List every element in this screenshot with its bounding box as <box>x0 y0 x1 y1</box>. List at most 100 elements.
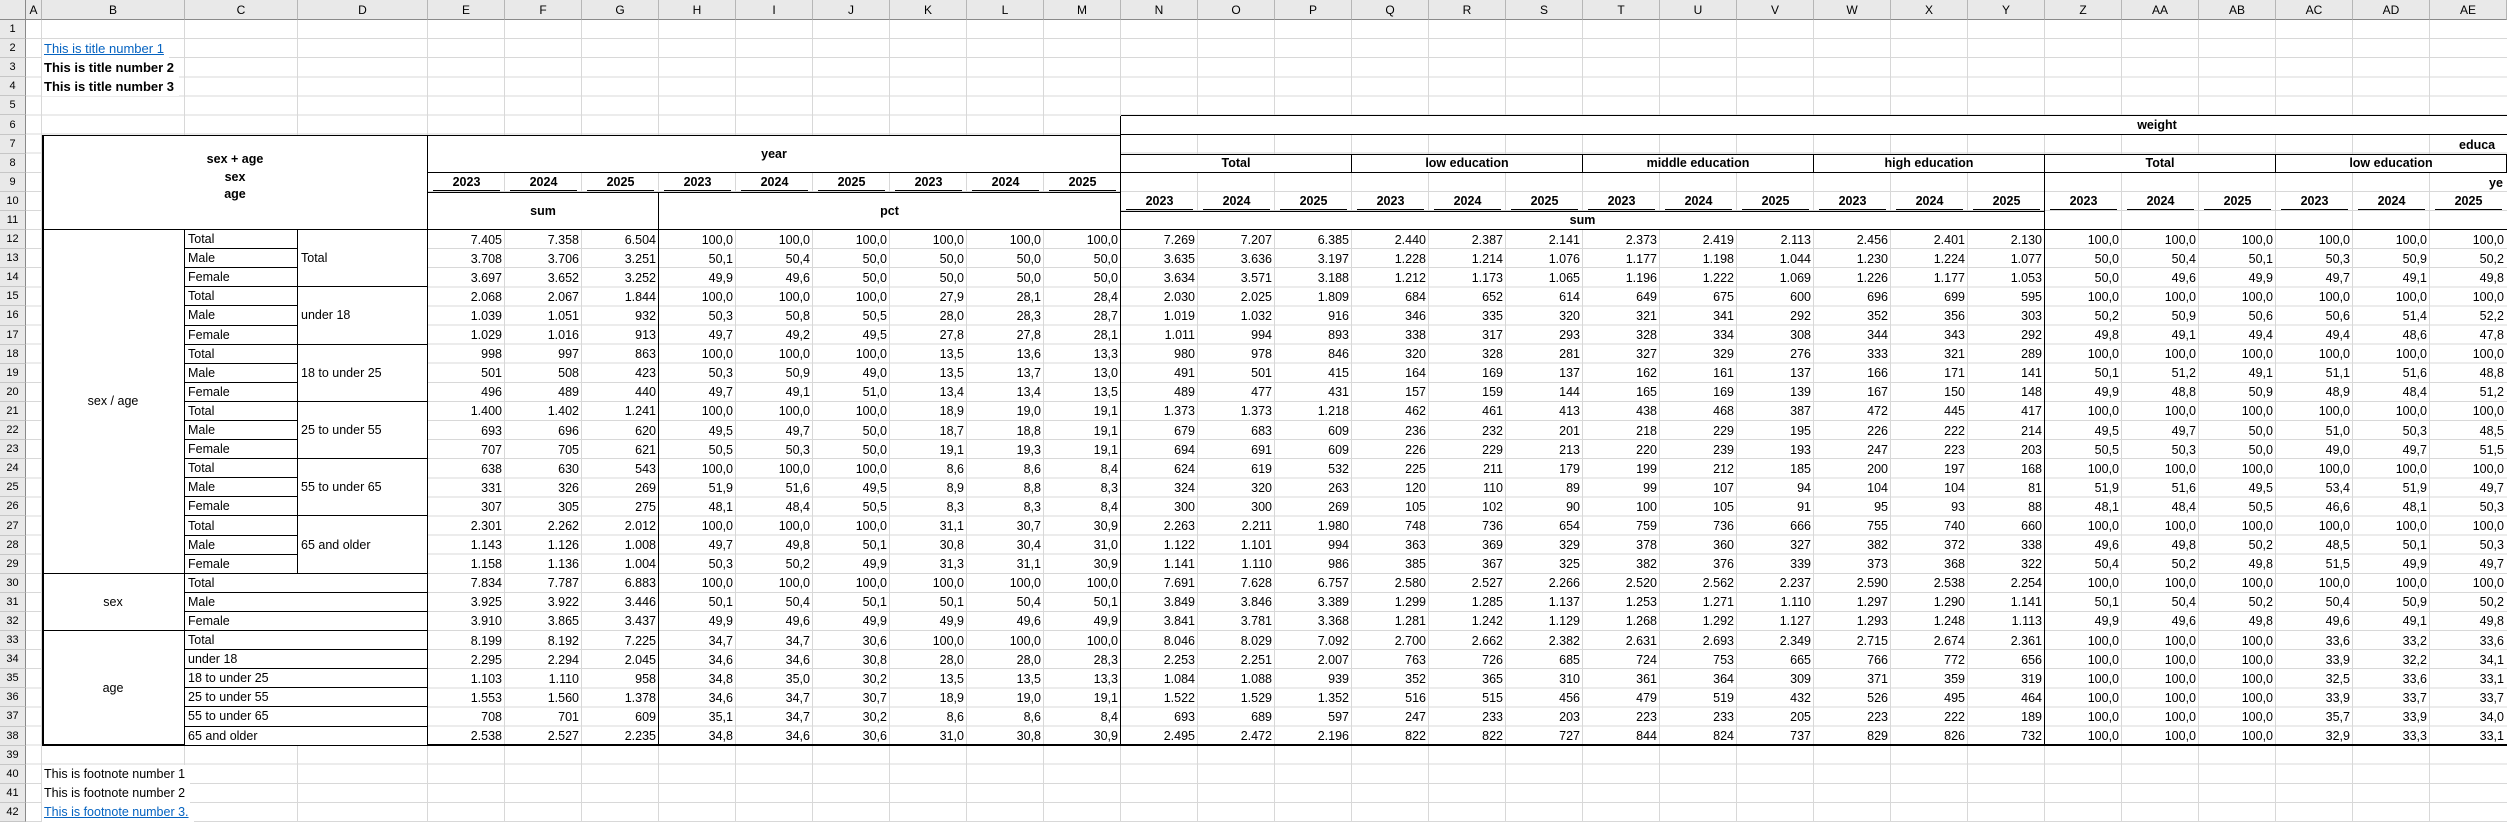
row-header-17[interactable]: 17 <box>0 326 26 345</box>
cell[interactable]: 169 <box>1660 383 1737 402</box>
cell[interactable]: 102 <box>1429 497 1506 516</box>
cell[interactable]: 372 <box>1891 536 1968 555</box>
cell[interactable]: 772 <box>1891 650 1968 669</box>
cell[interactable]: 2.590 <box>1814 574 1891 593</box>
cell[interactable]: 2.237 <box>1737 574 1814 593</box>
cell[interactable]: 148 <box>1968 383 2045 402</box>
cell[interactable]: 49,7 <box>659 326 736 345</box>
year-cell[interactable]: 2025 <box>1968 192 2045 211</box>
cell[interactable]: 1.212 <box>1352 268 1429 287</box>
cell[interactable]: 19,3 <box>967 440 1044 459</box>
cell[interactable]: 167 <box>1814 383 1891 402</box>
cell[interactable]: 1.069 <box>1737 268 1814 287</box>
cell[interactable]: 683 <box>1198 421 1275 440</box>
row-header-33[interactable]: 33 <box>0 631 26 650</box>
row-header-6[interactable]: 6 <box>0 115 26 134</box>
cell[interactable]: 50,2 <box>2430 593 2507 612</box>
education-group-header-low-pct[interactable]: low education <box>2276 154 2507 173</box>
cell[interactable]: 415 <box>1275 364 1352 383</box>
cell[interactable]: 30,9 <box>1044 555 1121 574</box>
cell[interactable]: 13,5 <box>890 364 967 383</box>
cell[interactable]: 30,2 <box>813 707 890 726</box>
cell[interactable]: 2.294 <box>505 650 582 669</box>
cell[interactable]: 100,0 <box>2045 727 2122 746</box>
cell[interactable]: 3.437 <box>582 612 659 631</box>
cell[interactable]: 1.084 <box>1121 669 1198 688</box>
cell[interactable]: 50,3 <box>659 306 736 325</box>
cell[interactable]: 13,4 <box>890 383 967 402</box>
cell[interactable]: 263 <box>1275 478 1352 497</box>
cell[interactable]: 100,0 <box>2199 402 2276 421</box>
cell[interactable]: 49,0 <box>813 364 890 383</box>
cell[interactable]: 893 <box>1275 326 1352 345</box>
cell[interactable]: 417 <box>1968 402 2045 421</box>
cell[interactable]: 161 <box>1660 364 1737 383</box>
row-header-15[interactable]: 15 <box>0 287 26 306</box>
cell[interactable]: 100,0 <box>736 287 813 306</box>
cell[interactable]: 50,1 <box>2045 593 2122 612</box>
cell[interactable]: 8,6 <box>890 459 967 478</box>
cell[interactable]: 341 <box>1660 306 1737 325</box>
cell[interactable]: 28,3 <box>967 306 1044 325</box>
cell[interactable]: 338 <box>1352 326 1429 345</box>
cell[interactable]: 31,0 <box>890 727 967 746</box>
cell[interactable]: 7.358 <box>505 230 582 249</box>
cell[interactable]: 609 <box>1275 421 1352 440</box>
cell[interactable]: 3.706 <box>505 249 582 268</box>
cell[interactable]: 1.044 <box>1737 249 1814 268</box>
footnote-3[interactable]: This is footnote number 3. <box>42 803 194 822</box>
cell[interactable]: 1.844 <box>582 287 659 306</box>
cell[interactable]: 1.077 <box>1968 249 2045 268</box>
cell[interactable]: 501 <box>1198 364 1275 383</box>
cell[interactable]: 19,1 <box>1044 440 1121 459</box>
cell[interactable]: 2.253 <box>1121 650 1198 669</box>
cell[interactable]: 844 <box>1583 727 1660 746</box>
cell[interactable]: 445 <box>1891 402 1968 421</box>
cell[interactable]: 356 <box>1891 306 1968 325</box>
cell[interactable]: 19,1 <box>890 440 967 459</box>
cell[interactable]: 3.652 <box>505 268 582 287</box>
cell[interactable]: 30,2 <box>813 669 890 688</box>
row-header-40[interactable]: 40 <box>0 765 26 784</box>
cell[interactable]: 371 <box>1814 669 1891 688</box>
cell[interactable]: 8,9 <box>890 478 967 497</box>
cell[interactable]: 3.368 <box>1275 612 1352 631</box>
cell[interactable]: 1.281 <box>1352 612 1429 631</box>
cell[interactable]: 1.141 <box>1121 555 1198 574</box>
cell[interactable]: 13,5 <box>890 345 967 364</box>
row-header-4[interactable]: 4 <box>0 77 26 96</box>
cell[interactable]: 100,0 <box>2276 574 2353 593</box>
cell[interactable]: 49,5 <box>813 326 890 345</box>
cell[interactable]: 203 <box>1968 440 2045 459</box>
cell[interactable]: 211 <box>1429 459 1506 478</box>
cell[interactable]: 18,9 <box>890 402 967 421</box>
cell[interactable]: 1.076 <box>1506 249 1583 268</box>
cell[interactable]: 19,0 <box>967 402 1044 421</box>
cell[interactable]: 50,2 <box>2199 536 2276 555</box>
cell[interactable]: 691 <box>1198 440 1275 459</box>
cell[interactable]: 732 <box>1968 727 2045 746</box>
cell[interactable]: 2.007 <box>1275 650 1352 669</box>
cell[interactable]: 13,5 <box>1044 383 1121 402</box>
year-cell[interactable]: 2023 <box>890 173 967 192</box>
cell[interactable]: 1.177 <box>1583 249 1660 268</box>
cell[interactable]: 100,0 <box>2045 631 2122 650</box>
cell[interactable]: 49,9 <box>813 612 890 631</box>
cell[interactable]: 501 <box>428 364 505 383</box>
cell[interactable]: 100,0 <box>2276 345 2353 364</box>
cell[interactable]: 50,4 <box>2276 593 2353 612</box>
cell[interactable]: 1.141 <box>1968 593 2045 612</box>
cell[interactable]: 13,5 <box>967 669 1044 688</box>
cell[interactable]: 50,2 <box>2430 249 2507 268</box>
cell[interactable]: 2.401 <box>1891 230 1968 249</box>
cell[interactable]: 33,1 <box>2430 669 2507 688</box>
year-cell[interactable]: 2025 <box>1044 173 1121 192</box>
cell[interactable]: 139 <box>1737 383 1814 402</box>
cell[interactable]: 48,1 <box>2045 497 2122 516</box>
cell[interactable]: 1.224 <box>1891 249 1968 268</box>
cell[interactable]: 8,6 <box>967 707 1044 726</box>
cell[interactable]: 50,0 <box>2199 421 2276 440</box>
cell[interactable]: 50,0 <box>890 249 967 268</box>
cell[interactable]: 100,0 <box>659 516 736 535</box>
cell[interactable]: 34,7 <box>659 631 736 650</box>
